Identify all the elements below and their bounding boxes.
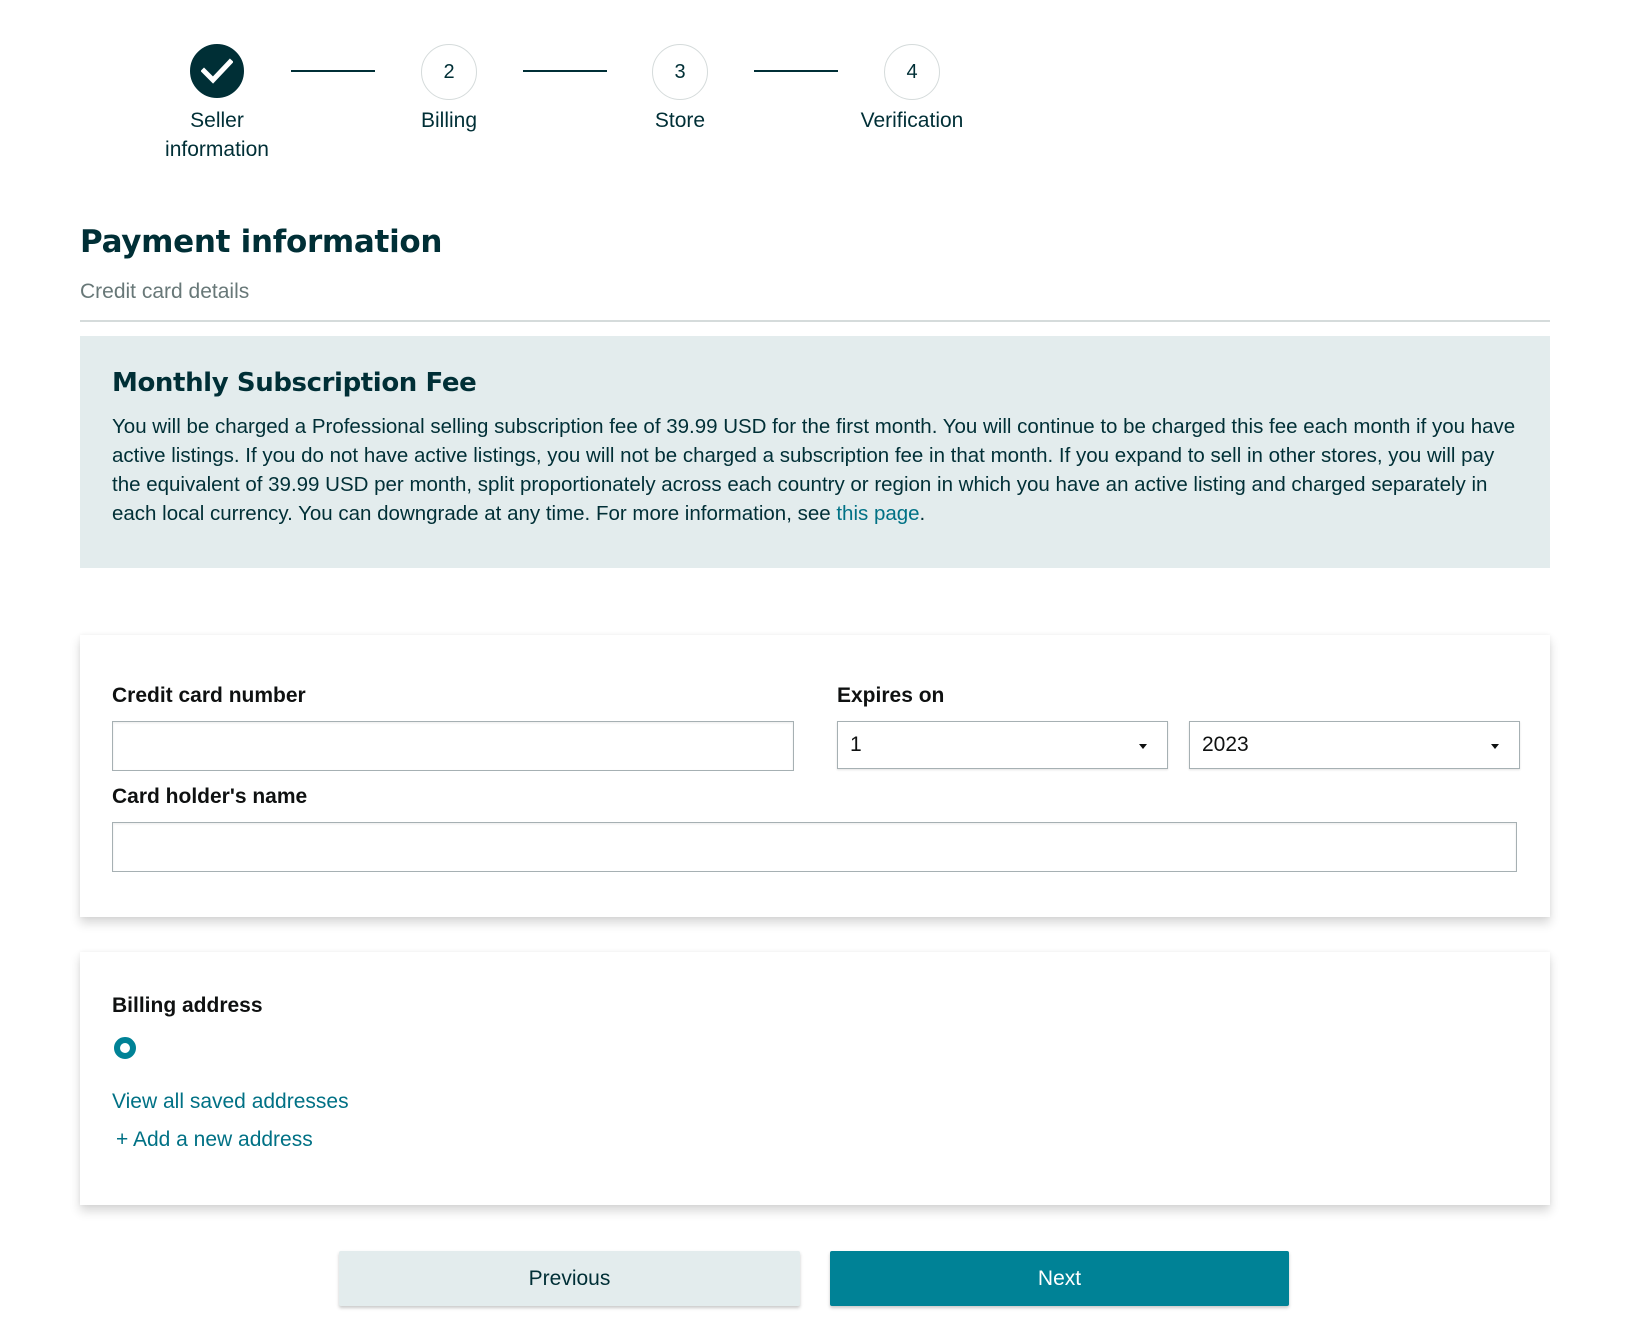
expires-on-label: Expires on [837, 684, 945, 707]
credit-card-form: Credit card number Expires on 1 2023 Car… [80, 635, 1550, 917]
step-billing: 2 Billing [369, 44, 529, 135]
step-number-circle: 4 [884, 44, 940, 100]
previous-button[interactable]: Previous [339, 1251, 800, 1306]
fee-notice-body: You will be charged a Professional selli… [112, 415, 1516, 525]
step-connector [291, 70, 375, 72]
expiry-month-value: 1 [850, 733, 862, 756]
step-complete-circle [190, 44, 244, 98]
step-connector [754, 70, 838, 72]
page-subtitle: Credit card details [80, 280, 250, 303]
card-holder-name-input[interactable] [112, 822, 1517, 872]
step-label: Store [654, 109, 706, 132]
checkmark-icon [201, 58, 233, 84]
billing-address-label: Billing address [112, 994, 263, 1017]
expiry-year-value: 2023 [1202, 733, 1249, 756]
fee-notice-trailing: . [919, 502, 926, 525]
step-verification: 4 Verification [832, 44, 992, 135]
next-button[interactable]: Next [830, 1251, 1289, 1306]
step-store: 3 Store [600, 44, 760, 135]
add-new-address-link[interactable]: + Add a new address [116, 1128, 313, 1152]
more-info-link[interactable]: this page [836, 502, 919, 525]
step-label: Billing [420, 109, 478, 132]
progress-stepper: Seller information 2 Billing 3 Store 4 V… [0, 0, 1638, 180]
expiry-month-select[interactable]: 1 [837, 721, 1168, 769]
view-all-saved-addresses-link[interactable]: View all saved addresses [112, 1090, 349, 1114]
fee-notice-text: You will be charged a Professional selli… [112, 412, 1518, 528]
billing-address-radio[interactable] [114, 1037, 136, 1059]
page-title: Payment information [80, 224, 443, 260]
subscription-fee-notice: Monthly Subscription Fee You will be cha… [80, 336, 1550, 568]
step-label: Seller information [165, 109, 269, 161]
step-seller-information: Seller information [137, 44, 297, 164]
credit-card-number-input[interactable] [112, 721, 794, 771]
caret-down-icon [1139, 744, 1147, 749]
fee-notice-title: Monthly Subscription Fee [112, 368, 477, 398]
step-number-circle: 3 [652, 44, 708, 100]
expiry-year-select[interactable]: 2023 [1189, 721, 1520, 769]
step-label: Verification [860, 109, 964, 132]
caret-down-icon [1491, 744, 1499, 749]
step-number-circle: 2 [421, 44, 477, 100]
credit-card-number-label: Credit card number [112, 684, 306, 707]
billing-address-section: Billing address View all saved addresses… [80, 952, 1550, 1205]
card-holder-name-label: Card holder's name [112, 785, 308, 808]
step-connector [523, 70, 607, 72]
divider [80, 320, 1550, 322]
